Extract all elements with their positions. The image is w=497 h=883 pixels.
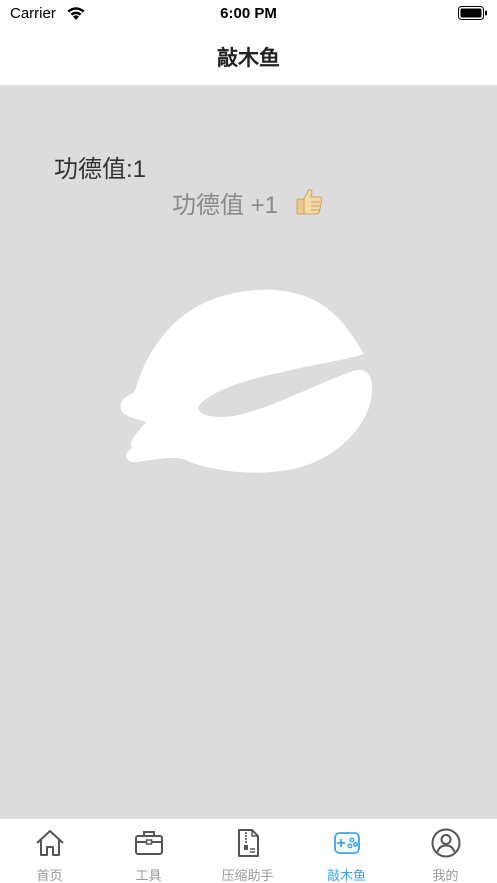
wooden-fish-area: 功德值:1 功德值 +1 <box>0 85 497 818</box>
navigation-bar: 敲木鱼 <box>0 28 497 85</box>
user-icon <box>431 828 461 858</box>
tab-bar: 首页 工具 压缩助手 敲木鱼 我的 <box>0 818 497 883</box>
status-bar: Carrier 6:00 PM <box>0 0 497 28</box>
home-icon <box>36 830 64 856</box>
thumbs-up-icon <box>296 189 323 215</box>
toolbox-icon <box>135 831 163 855</box>
status-time: 6:00 PM <box>220 5 277 22</box>
tab-label-home: 首页 <box>36 868 63 883</box>
tab-home[interactable]: 首页 <box>0 819 99 883</box>
tab-profile[interactable]: 我的 <box>396 819 495 883</box>
tab-label-wooden-fish: 敲木鱼 <box>326 868 366 883</box>
wooden-fish-icon[interactable] <box>116 288 376 478</box>
zip-file-icon <box>238 829 259 857</box>
merit-total-label: 功德值:1 <box>54 156 147 183</box>
gamepad-icon <box>334 832 360 854</box>
tab-label-compress: 压缩助手 <box>221 868 274 883</box>
tab-compress[interactable]: 压缩助手 <box>198 819 297 883</box>
tab-label-tools: 工具 <box>135 868 162 883</box>
tab-label-profile: 我的 <box>432 868 459 883</box>
merit-increment-label: 功德值 +1 <box>172 192 279 219</box>
tab-wooden-fish[interactable]: 敲木鱼 <box>297 819 396 883</box>
battery-icon <box>458 6 487 20</box>
tab-tools[interactable]: 工具 <box>99 819 198 883</box>
page-title: 敲木鱼 <box>217 47 280 70</box>
